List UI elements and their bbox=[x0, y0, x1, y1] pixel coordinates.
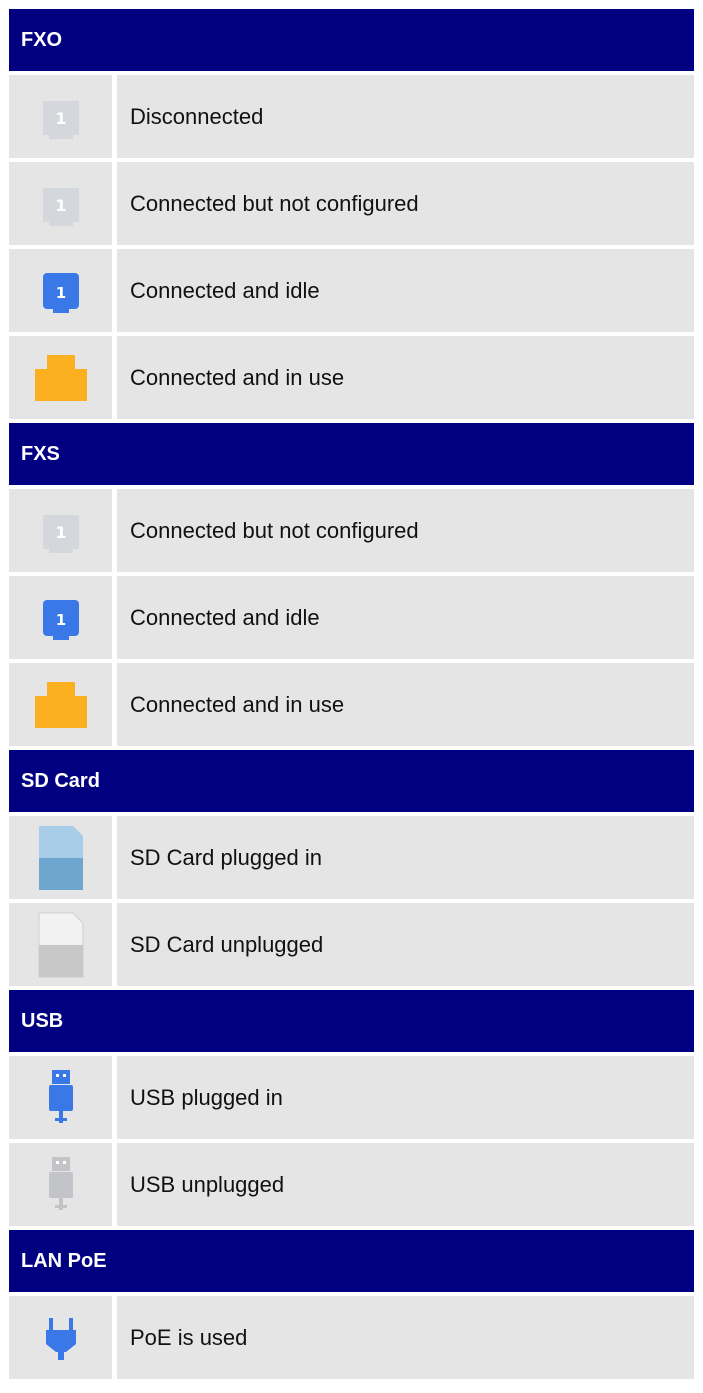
icon-cell bbox=[9, 336, 112, 419]
port-1-gray-icon: 1 bbox=[42, 100, 79, 139]
status-description: Disconnected bbox=[117, 75, 694, 158]
icon-cell: 1 bbox=[9, 75, 112, 158]
table-row: Connected and in use bbox=[9, 336, 694, 419]
table-row: PoE is used bbox=[9, 1296, 694, 1379]
icon-cell: 1 bbox=[9, 576, 112, 659]
icon-cell bbox=[9, 903, 112, 986]
usb-gray-icon bbox=[48, 1156, 73, 1210]
section-header-sd-card: SD Card bbox=[9, 750, 694, 812]
table-row: Connected and in use bbox=[9, 663, 694, 746]
poe-plug-blue-icon bbox=[45, 1317, 76, 1360]
status-description: Connected but not configured bbox=[117, 489, 694, 572]
port-orange-icon bbox=[34, 354, 87, 401]
status-description: SD Card plugged in bbox=[117, 816, 694, 899]
icon-cell bbox=[9, 1056, 112, 1139]
table-row: 1 Connected but not configured bbox=[9, 162, 694, 245]
port-1-blue-icon: 1 bbox=[42, 599, 79, 640]
status-description: USB unplugged bbox=[117, 1143, 694, 1226]
table-row: USB plugged in bbox=[9, 1056, 694, 1139]
table-row: 1 Connected and idle bbox=[9, 576, 694, 659]
status-description: USB plugged in bbox=[117, 1056, 694, 1139]
table-row: 1 Disconnected bbox=[9, 75, 694, 158]
icon-cell: 1 bbox=[9, 162, 112, 245]
icon-cell bbox=[9, 663, 112, 746]
svg-text:1: 1 bbox=[55, 523, 66, 542]
svg-text:1: 1 bbox=[55, 109, 66, 128]
table-row: SD Card unplugged bbox=[9, 903, 694, 986]
icon-cell: 1 bbox=[9, 249, 112, 332]
table-row: SD Card plugged in bbox=[9, 816, 694, 899]
status-description: Connected and idle bbox=[117, 576, 694, 659]
table-row: 1 Connected and idle bbox=[9, 249, 694, 332]
section-header-fxs: FXS bbox=[9, 423, 694, 485]
icon-cell bbox=[9, 816, 112, 899]
status-icons-table: FXO 1 Disconnected 1 Connected but not c… bbox=[9, 9, 694, 1383]
status-description: Connected but not configured bbox=[117, 162, 694, 245]
section-header-usb: USB bbox=[9, 990, 694, 1052]
status-description: Connected and idle bbox=[117, 249, 694, 332]
svg-text:1: 1 bbox=[55, 284, 65, 302]
icon-cell bbox=[9, 1296, 112, 1379]
svg-text:1: 1 bbox=[55, 611, 65, 629]
status-description: Connected and in use bbox=[117, 663, 694, 746]
sd-card-blue-icon bbox=[38, 825, 83, 890]
table-row: 1 Connected but not configured bbox=[9, 489, 694, 572]
port-1-gray-icon: 1 bbox=[42, 514, 79, 553]
port-1-gray-icon: 1 bbox=[42, 187, 79, 226]
port-orange-icon bbox=[34, 681, 87, 728]
icon-cell bbox=[9, 1143, 112, 1226]
status-description: SD Card unplugged bbox=[117, 903, 694, 986]
status-description: Connected and in use bbox=[117, 336, 694, 419]
usb-blue-icon bbox=[48, 1069, 73, 1123]
icon-cell: 1 bbox=[9, 489, 112, 572]
port-1-blue-icon: 1 bbox=[42, 272, 79, 313]
status-description: PoE is used bbox=[117, 1296, 694, 1379]
sd-card-gray-icon bbox=[38, 912, 83, 977]
section-header-lan-poe: LAN PoE bbox=[9, 1230, 694, 1292]
table-row: USB unplugged bbox=[9, 1143, 694, 1226]
section-header-fxo: FXO bbox=[9, 9, 694, 71]
svg-text:1: 1 bbox=[55, 196, 66, 215]
